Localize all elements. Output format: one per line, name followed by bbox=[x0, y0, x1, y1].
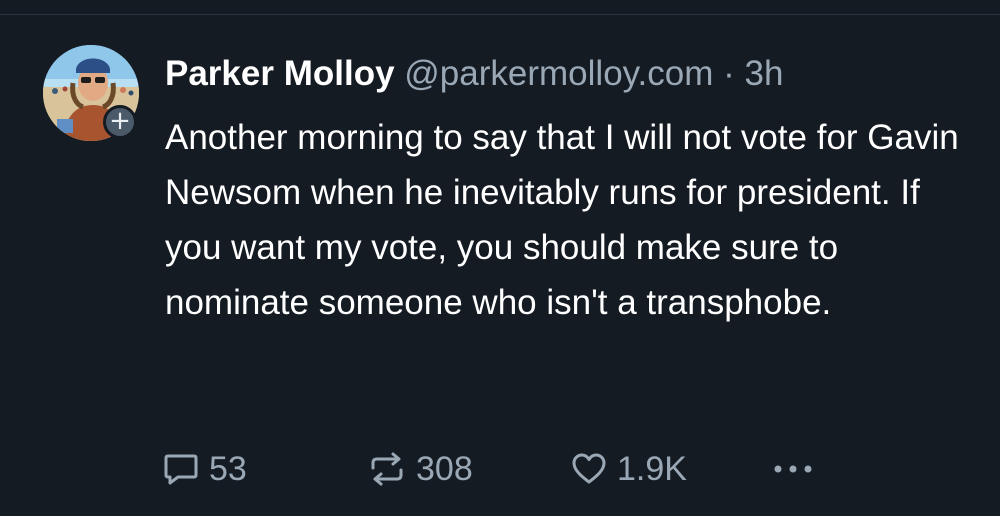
header-separator: · bbox=[723, 54, 735, 93]
post-header: Parker Molloy @parkermolloy.com · 3h bbox=[165, 53, 783, 95]
plus-icon: + bbox=[109, 106, 131, 136]
reply-count: 53 bbox=[209, 450, 247, 488]
author-name[interactable]: Parker Molloy bbox=[165, 54, 395, 93]
avatar-container[interactable]: + bbox=[43, 45, 139, 141]
more-options-button[interactable] bbox=[773, 449, 813, 489]
repost-icon bbox=[371, 452, 403, 486]
repost-count: 308 bbox=[416, 450, 473, 488]
reply-icon bbox=[164, 454, 198, 485]
post[interactable]: + Parker Molloy @parkermolloy.com · 3h A… bbox=[0, 15, 1000, 516]
post-time[interactable]: 3h bbox=[745, 54, 784, 93]
follow-button[interactable]: + bbox=[103, 105, 137, 139]
repost-button[interactable]: 308 bbox=[368, 449, 473, 489]
more-icon bbox=[774, 465, 812, 473]
reply-button[interactable]: 53 bbox=[163, 449, 247, 489]
like-button[interactable]: 1.9K bbox=[571, 449, 687, 489]
post-text: Another morning to say that I will not v… bbox=[165, 118, 959, 322]
author-handle[interactable]: @parkermolloy.com bbox=[404, 54, 713, 93]
like-icon bbox=[572, 453, 606, 484]
like-count: 1.9K bbox=[617, 450, 687, 488]
